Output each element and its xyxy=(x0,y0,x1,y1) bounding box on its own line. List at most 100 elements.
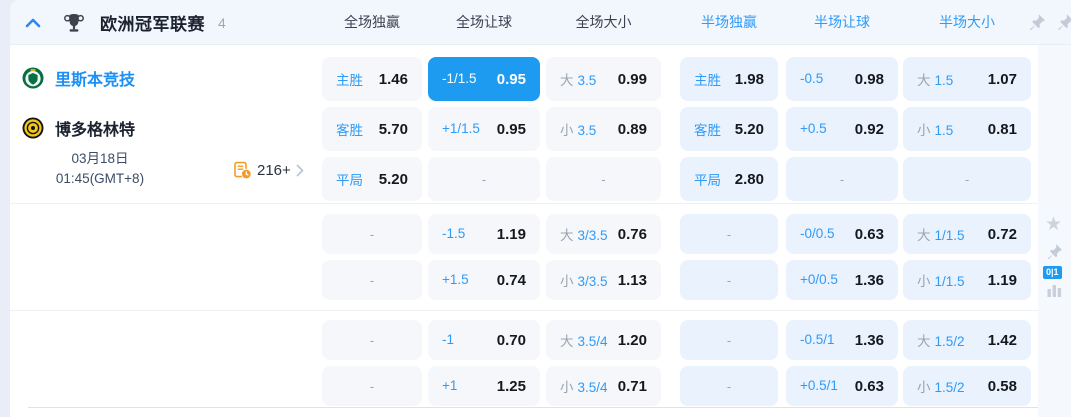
odds-cell[interactable]: 大 1.5 1.07 xyxy=(903,57,1031,101)
home-team-row[interactable]: 里斯本竞技 xyxy=(22,66,135,90)
over-under-prefix: 小 xyxy=(560,122,574,138)
over-under-prefix: 大 xyxy=(560,333,574,349)
odds-value: 1.19 xyxy=(496,225,526,243)
odds-cell[interactable]: 平局 5.20 xyxy=(322,157,422,201)
odds-label: -1/1.5 xyxy=(442,71,477,86)
odds-value: 0.71 xyxy=(617,377,647,395)
away-team-logo xyxy=(22,117,44,139)
odds-cell[interactable]: 大 1.5/2 1.42 xyxy=(903,320,1031,360)
favorite-star-icon[interactable]: ★ xyxy=(1045,215,1062,234)
odds-cell-empty: - xyxy=(428,157,540,201)
odds-cell[interactable]: 大 3/3.5 0.76 xyxy=(546,214,661,254)
away-team-row[interactable]: 博多格林特 xyxy=(22,116,135,140)
odds-cell[interactable]: 小 1/1.5 1.19 xyxy=(903,260,1031,300)
odds-label: 大 1/1.5 xyxy=(917,227,965,243)
odds-cell[interactable]: -1/1.5 0.95 xyxy=(428,57,540,101)
odds-value: 1.20 xyxy=(617,331,647,349)
odds-cell[interactable]: -0/0.5 0.63 xyxy=(786,214,898,254)
pin-icon[interactable] xyxy=(1046,243,1063,264)
odds-label: +0/0.5 xyxy=(800,272,838,287)
odds-cell[interactable]: -1 0.70 xyxy=(428,320,540,360)
empty-dash: - xyxy=(726,332,732,348)
odds-cell-empty: - xyxy=(680,366,778,406)
odds-cell[interactable]: 小 1.5 0.81 xyxy=(903,107,1031,151)
odds-section-alt-1: - -1.5 1.19 大 3/3.5 0.76 - -0/0.5 0.63 大 1/1.5 0.72… xyxy=(322,214,1031,306)
chevron-right-icon xyxy=(296,164,304,177)
section-divider xyxy=(10,203,1038,204)
odds-value: 1.13 xyxy=(617,271,647,289)
odds-row: 主胜 1.46 -1/1.5 0.95 大 3.5 0.99 主胜 1.98 -0.5 0.98 大 1… xyxy=(322,57,1031,101)
next-panel-top-edge xyxy=(28,407,1071,408)
odds-row: - +1 1.25 小 3.5/4 0.71 - +0.5/1 0.63 小 1.5/2 0.58 xyxy=(322,366,1031,406)
odds-cell[interactable]: 小 3/3.5 1.13 xyxy=(546,260,661,300)
score-badge[interactable]: 0|1 xyxy=(1043,266,1062,279)
odds-value: 0.98 xyxy=(854,70,884,88)
odds-cell[interactable]: +1.5 0.74 xyxy=(428,260,540,300)
odds-cell[interactable]: +1 1.25 xyxy=(428,366,540,406)
empty-dash: - xyxy=(369,378,375,394)
odds-cell[interactable]: 小 1.5/2 0.58 xyxy=(903,366,1031,406)
odds-label: 小 1.5/2 xyxy=(917,379,965,395)
header-pin-icon[interactable] xyxy=(1028,13,1046,35)
odds-cell[interactable]: 大 3.5/4 1.20 xyxy=(546,320,661,360)
home-team-name: 里斯本竞技 xyxy=(55,72,136,89)
odds-label: +1/1.5 xyxy=(442,121,480,136)
odds-value: 5.20 xyxy=(734,120,764,138)
odds-cell-empty: - xyxy=(903,157,1031,201)
odds-cell[interactable]: 主胜 1.98 xyxy=(680,57,778,101)
odds-label: 小 1/1.5 xyxy=(917,273,965,289)
over-under-prefix: 大 xyxy=(917,227,931,243)
odds-cell[interactable]: +1/1.5 0.95 xyxy=(428,107,540,151)
over-under-prefix: 小 xyxy=(917,122,931,138)
section-divider xyxy=(10,310,1038,311)
odds-label: 大 1.5/2 xyxy=(917,333,965,349)
odds-section-main: 主胜 1.46 -1/1.5 0.95 大 3.5 0.99 主胜 1.98 -0.5 0.98 大 1… xyxy=(322,57,1031,207)
league-odds-panel: 欧洲冠军联赛 4 全场独赢 全场让球 全场大小 半场独赢 半场让球 半场大小 里斯本竞技 … xyxy=(10,0,1071,417)
league-header-left: 欧洲冠军联赛 4 xyxy=(22,0,226,45)
empty-dash: - xyxy=(601,171,606,187)
away-team-name: 博多格林特 xyxy=(55,122,136,139)
odds-cell[interactable]: 客胜 5.70 xyxy=(322,107,422,151)
empty-dash: - xyxy=(369,272,375,288)
right-rail: ★ 0|1 xyxy=(1038,45,1071,417)
odds-label: 主胜 xyxy=(336,72,363,88)
header-pin-icon-2[interactable] xyxy=(1056,13,1071,35)
odds-cell[interactable]: -1.5 1.19 xyxy=(428,214,540,254)
odds-value: 0.99 xyxy=(617,70,647,88)
match-time: 01:45(GMT+8) xyxy=(55,171,145,186)
column-header-2: 全场大小 xyxy=(575,14,632,30)
odds-cell[interactable]: 主胜 1.46 xyxy=(322,57,422,101)
odds-row: - +1.5 0.74 小 3/3.5 1.13 - +0/0.5 1.36 小 1/1.5 1.19 xyxy=(322,260,1031,300)
odds-cell[interactable]: 大 3.5 0.99 xyxy=(546,57,661,101)
odds-label: +0.5/1 xyxy=(800,378,838,393)
odds-label: -1.5 xyxy=(442,226,466,241)
odds-cell-empty: - xyxy=(786,157,898,201)
odds-row: - -1 0.70 大 3.5/4 1.20 - -0.5/1 1.36 大 1.5/2 1.42 xyxy=(322,320,1031,360)
odds-cell[interactable]: -0.5/1 1.36 xyxy=(786,320,898,360)
collapse-chevron-up-icon[interactable] xyxy=(22,12,44,34)
odds-cell[interactable]: 客胜 5.20 xyxy=(680,107,778,151)
odds-cell[interactable]: -0.5 0.98 xyxy=(786,57,898,101)
odds-cell-empty: - xyxy=(322,214,422,254)
odds-cell[interactable]: 大 1/1.5 0.72 xyxy=(903,214,1031,254)
odds-label: +1.5 xyxy=(442,272,469,287)
more-markets-link[interactable]: 216+ xyxy=(233,161,304,180)
odds-cell[interactable]: +0.5/1 0.63 xyxy=(786,366,898,406)
odds-cell[interactable]: 小 3.5 0.89 xyxy=(546,107,661,151)
odds-value: 1.36 xyxy=(854,271,884,289)
odds-value: 0.63 xyxy=(854,225,884,243)
odds-value: 0.58 xyxy=(987,377,1017,395)
stats-chart-icon[interactable] xyxy=(1047,283,1062,302)
over-under-prefix: 大 xyxy=(917,72,931,88)
odds-value: 1.25 xyxy=(496,377,526,395)
odds-cell[interactable]: 小 3.5/4 0.71 xyxy=(546,366,661,406)
odds-cell-empty: - xyxy=(546,157,661,201)
odds-label: 客胜 xyxy=(694,122,721,138)
odds-label: 大 3.5 xyxy=(560,72,597,88)
over-under-prefix: 大 xyxy=(917,333,931,349)
odds-cell[interactable]: +0.5 0.92 xyxy=(786,107,898,151)
odds-cell[interactable]: 平局 2.80 xyxy=(680,157,778,201)
odds-label: 平局 xyxy=(336,172,363,188)
odds-label: -0.5/1 xyxy=(800,332,835,347)
odds-cell[interactable]: +0/0.5 1.36 xyxy=(786,260,898,300)
